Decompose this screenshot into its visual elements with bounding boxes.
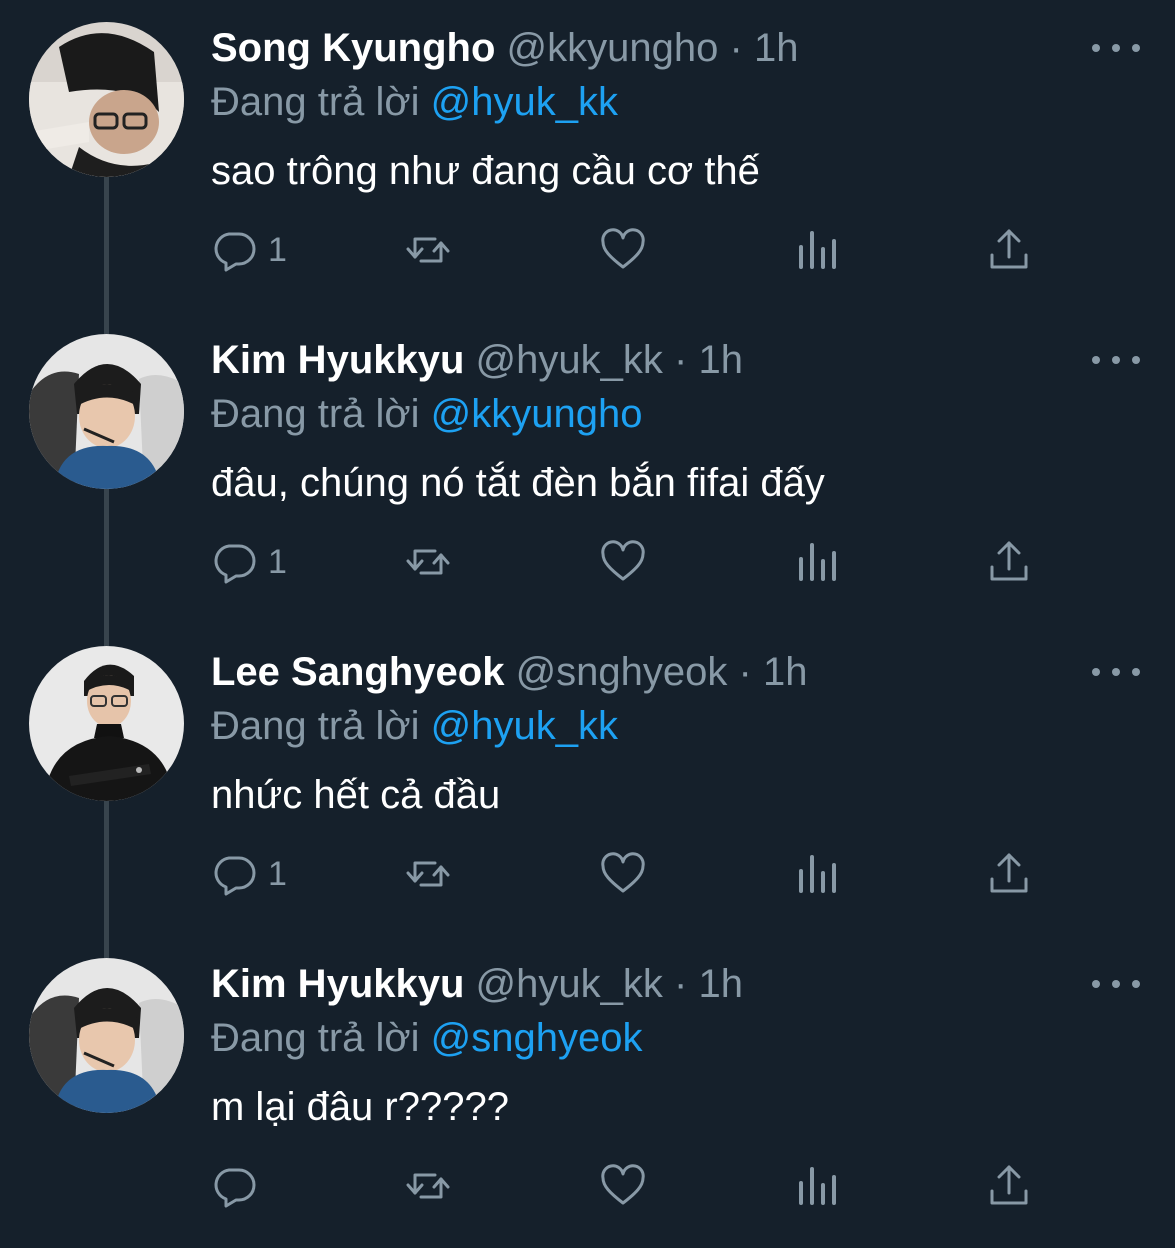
analytics-icon xyxy=(799,231,836,269)
replying-to: Đang trả lời @snghyeok xyxy=(211,1012,643,1064)
separator-dot: · xyxy=(738,650,752,694)
tweet[interactable]: Lee Sanghyeok @snghyeok · 1h Đang trả lờ… xyxy=(0,624,1175,936)
share-button[interactable] xyxy=(986,1146,1032,1226)
timestamp[interactable]: 1h xyxy=(763,650,808,694)
tweet[interactable]: Kim Hyukkyu @hyuk_kk · 1h Đang trả lời @… xyxy=(0,936,1175,1248)
analytics-button[interactable] xyxy=(795,834,841,914)
avatar[interactable] xyxy=(29,958,184,1113)
user-handle[interactable]: @snghyeok xyxy=(516,650,728,694)
tweet-actions: 1 xyxy=(0,210,1175,290)
tweet[interactable]: Kim Hyukkyu @hyuk_kk · 1h Đang trả lời @… xyxy=(0,312,1175,624)
share-icon xyxy=(990,853,1028,893)
replying-to-label: Đang trả lời xyxy=(211,704,420,748)
more-options-icon[interactable] xyxy=(1092,346,1140,374)
retweet-icon xyxy=(406,1173,450,1199)
tweet-actions: 1 xyxy=(0,522,1175,602)
reply-to-mention[interactable]: @hyuk_kk xyxy=(431,704,618,748)
separator-dot: · xyxy=(674,338,688,382)
like-button[interactable] xyxy=(600,522,646,602)
user-handle[interactable]: @hyuk_kk xyxy=(476,338,663,382)
retweet-button[interactable] xyxy=(405,210,451,290)
reply-to-mention[interactable]: @hyuk_kk xyxy=(431,80,618,124)
like-button[interactable] xyxy=(600,1146,646,1226)
like-icon xyxy=(601,540,645,581)
like-button[interactable] xyxy=(600,834,646,914)
timestamp[interactable]: 1h xyxy=(698,338,743,382)
like-icon xyxy=(601,228,645,269)
tweet[interactable]: Song Kyungho @kkyungho · 1h Đang trả lời… xyxy=(0,0,1175,312)
avatar[interactable] xyxy=(29,646,184,801)
retweet-button[interactable] xyxy=(405,522,451,602)
analytics-button[interactable] xyxy=(795,210,841,290)
timestamp[interactable]: 1h xyxy=(698,962,743,1006)
replying-to: Đang trả lời @hyuk_kk xyxy=(211,700,618,752)
display-name[interactable]: Song Kyungho xyxy=(211,26,495,70)
share-icon xyxy=(990,1165,1028,1205)
display-name[interactable]: Kim Hyukkyu xyxy=(211,338,464,382)
separator-dot: · xyxy=(729,26,743,70)
share-button[interactable] xyxy=(986,522,1032,602)
reply-to-mention[interactable]: @kkyungho xyxy=(431,392,643,436)
tweet-actions xyxy=(0,1146,1175,1226)
tweet-header: Kim Hyukkyu @hyuk_kk · 1h xyxy=(211,334,743,386)
reply-icon xyxy=(214,1168,256,1208)
display-name[interactable]: Lee Sanghyeok xyxy=(211,650,504,694)
reply-count: 1 xyxy=(268,855,287,893)
retweet-icon xyxy=(406,549,450,575)
separator-dot: · xyxy=(674,962,688,1006)
replying-to: Đang trả lời @kkyungho xyxy=(211,388,643,440)
reply-icon xyxy=(214,232,256,272)
share-button[interactable] xyxy=(986,834,1032,914)
user-handle[interactable]: @hyuk_kk xyxy=(476,962,663,1006)
reply-count: 1 xyxy=(268,231,287,269)
display-name[interactable]: Kim Hyukkyu xyxy=(211,962,464,1006)
retweet-button[interactable] xyxy=(405,834,451,914)
tweet-actions: 1 xyxy=(0,834,1175,914)
avatar[interactable] xyxy=(29,334,184,489)
replying-to: Đang trả lời @hyuk_kk xyxy=(211,76,618,128)
reply-button[interactable]: 1 xyxy=(212,522,287,602)
analytics-icon xyxy=(799,1167,836,1205)
tweet-text: nhức hết cả đầu xyxy=(211,773,501,817)
tweet-text: m lại đâu r????? xyxy=(211,1085,509,1129)
retweet-icon xyxy=(406,861,450,887)
reply-button[interactable]: 1 xyxy=(212,210,287,290)
reply-icon xyxy=(214,856,256,896)
more-options-icon[interactable] xyxy=(1092,34,1140,62)
reply-thread: Song Kyungho @kkyungho · 1h Đang trả lời… xyxy=(0,0,1175,1244)
tweet-text: đâu, chúng nó tắt đèn bắn fifai đấy xyxy=(211,461,825,505)
share-icon xyxy=(990,229,1028,269)
tweet-header: Song Kyungho @kkyungho · 1h xyxy=(211,22,798,74)
user-handle[interactable]: @kkyungho xyxy=(507,26,719,70)
tweet-header: Kim Hyukkyu @hyuk_kk · 1h xyxy=(211,958,743,1010)
retweet-icon xyxy=(406,237,450,263)
replying-to-label: Đang trả lời xyxy=(211,392,420,436)
share-button[interactable] xyxy=(986,210,1032,290)
share-icon xyxy=(990,541,1028,581)
tweet-text: sao trông như đang cầu cơ thế xyxy=(211,149,760,193)
analytics-button[interactable] xyxy=(795,522,841,602)
analytics-icon xyxy=(799,855,836,893)
more-options-icon[interactable] xyxy=(1092,970,1140,998)
like-button[interactable] xyxy=(600,210,646,290)
avatar[interactable] xyxy=(29,22,184,177)
more-options-icon[interactable] xyxy=(1092,658,1140,686)
timestamp[interactable]: 1h xyxy=(754,26,799,70)
replying-to-label: Đang trả lời xyxy=(211,1016,420,1060)
reply-to-mention[interactable]: @snghyeok xyxy=(431,1016,643,1060)
reply-button[interactable]: 1 xyxy=(212,834,287,914)
reply-icon xyxy=(214,544,256,584)
like-icon xyxy=(601,852,645,893)
like-icon xyxy=(601,1164,645,1205)
analytics-icon xyxy=(799,543,836,581)
reply-count: 1 xyxy=(268,543,287,581)
tweet-header: Lee Sanghyeok @snghyeok · 1h xyxy=(211,646,807,698)
replying-to-label: Đang trả lời xyxy=(211,80,420,124)
analytics-button[interactable] xyxy=(795,1146,841,1226)
retweet-button[interactable] xyxy=(405,1146,451,1226)
reply-button[interactable] xyxy=(212,1146,268,1226)
